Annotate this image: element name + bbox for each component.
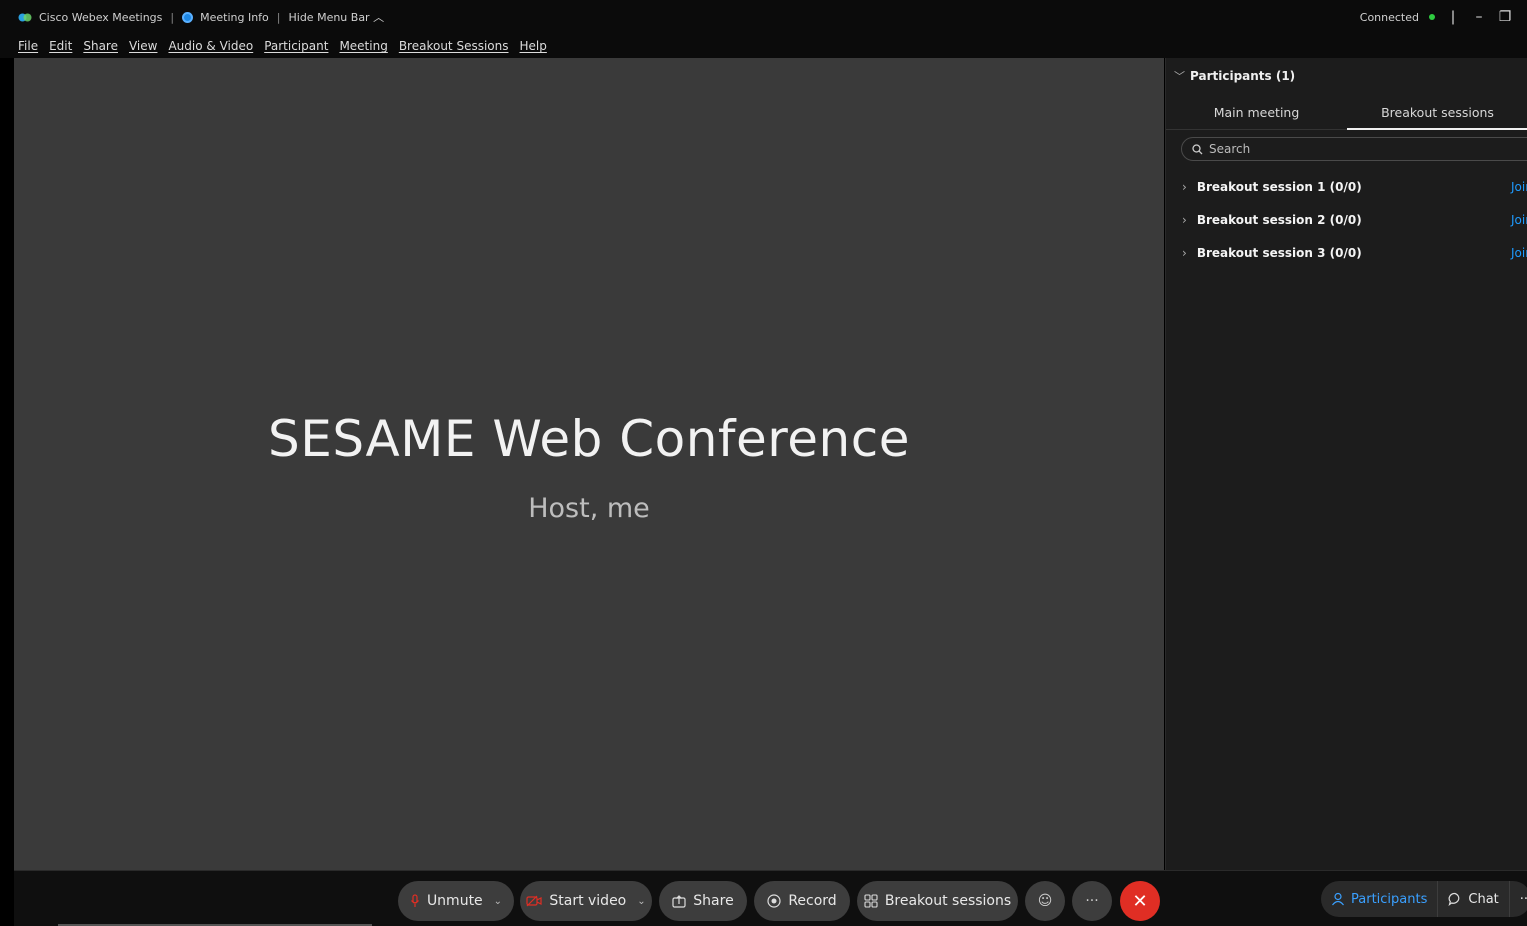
connection-status: Connected bbox=[1359, 10, 1419, 24]
close-icon: ✕ bbox=[1132, 890, 1148, 912]
breakout-sessions-button[interactable]: Breakout sessions bbox=[857, 881, 1018, 921]
menu-participant[interactable]: Participant bbox=[264, 39, 328, 53]
menu-view[interactable]: View bbox=[129, 39, 157, 53]
breakout-session-item[interactable]: › Breakout session 2 (0/0) Join bbox=[1166, 203, 1527, 236]
breakout-grid-icon bbox=[864, 894, 878, 908]
participants-header[interactable]: ﹀ Participants (1) bbox=[1174, 68, 1295, 84]
person-icon bbox=[1332, 892, 1344, 906]
tab-breakout-sessions[interactable]: Breakout sessions bbox=[1347, 94, 1527, 130]
chat-toggle-button[interactable]: Chat bbox=[1438, 881, 1510, 917]
meeting-title: SESAME Web Conference bbox=[268, 410, 910, 468]
app-name: Cisco Webex Meetings bbox=[39, 10, 163, 24]
breakout-session-item[interactable]: › Breakout session 3 (0/0) Join bbox=[1166, 236, 1527, 269]
chevron-right-icon: › bbox=[1182, 245, 1187, 260]
share-button[interactable]: Share bbox=[659, 881, 747, 921]
chevron-right-icon: › bbox=[1182, 179, 1187, 194]
left-edge bbox=[0, 58, 14, 926]
session-name: Breakout session 2 (0/0) bbox=[1196, 212, 1362, 227]
join-session-3-button[interactable]: Join bbox=[1511, 246, 1527, 260]
divider: ❘ bbox=[1447, 9, 1459, 25]
video-off-icon bbox=[526, 895, 542, 907]
participants-toggle-button[interactable]: Participants bbox=[1321, 881, 1439, 917]
unmute-button[interactable]: Unmute ⌄ bbox=[398, 881, 514, 921]
webex-logo-icon bbox=[18, 13, 32, 21]
chevron-down-icon[interactable]: ⌄ bbox=[494, 896, 502, 907]
hide-menu-bar-button[interactable]: Hide Menu Bar ︿ bbox=[289, 9, 385, 25]
record-button[interactable]: Record bbox=[754, 881, 850, 921]
host-name: Host, me bbox=[528, 493, 650, 524]
session-name: Breakout session 3 (0/0) bbox=[1196, 245, 1362, 260]
panel-toggle-group: Participants Chat ··· bbox=[1321, 881, 1527, 917]
minimize-icon[interactable]: – bbox=[1471, 9, 1487, 25]
more-icon: ··· bbox=[1085, 893, 1099, 909]
chevron-up-icon: ︿ bbox=[373, 11, 385, 24]
reactions-button[interactable]: ☺ bbox=[1025, 881, 1065, 921]
session-name: Breakout session 1 (0/0) bbox=[1196, 179, 1362, 194]
breakout-session-list: › Breakout session 1 (0/0) Join › Breako… bbox=[1166, 170, 1527, 269]
panel-tabs: Main meeting Breakout sessions bbox=[1166, 94, 1527, 130]
menu-share[interactable]: Share bbox=[83, 39, 118, 53]
record-icon bbox=[767, 894, 781, 908]
menu-file[interactable]: File bbox=[18, 39, 38, 53]
search-icon bbox=[1192, 143, 1203, 154]
menu-edit[interactable]: Edit bbox=[49, 39, 72, 53]
participants-panel: ﹀ Participants (1) Main meeting Breakout… bbox=[1165, 58, 1527, 870]
emoji-icon: ☺ bbox=[1037, 893, 1053, 909]
join-session-2-button[interactable]: Join bbox=[1511, 213, 1527, 227]
menu-breakout-sessions[interactable]: Breakout Sessions bbox=[399, 39, 509, 53]
chevron-down-icon[interactable]: ⌄ bbox=[637, 896, 645, 907]
more-panels-button[interactable]: ··· bbox=[1510, 881, 1527, 917]
connection-dot-icon bbox=[1429, 14, 1435, 20]
tab-main-meeting[interactable]: Main meeting bbox=[1166, 94, 1347, 129]
search-input[interactable] bbox=[1209, 142, 1509, 156]
title-bar: Cisco Webex Meetings | Meeting Info | Hi… bbox=[0, 0, 1527, 34]
restore-icon[interactable]: ❐ bbox=[1497, 9, 1513, 25]
chevron-down-icon: ﹀ bbox=[1174, 70, 1185, 83]
control-bar: Unmute ⌄ Start video ⌄ Share Record Brea… bbox=[14, 870, 1527, 926]
menu-meeting[interactable]: Meeting bbox=[339, 39, 387, 53]
start-video-button[interactable]: Start video ⌄ bbox=[520, 881, 652, 921]
meeting-info-button[interactable]: Meeting Info bbox=[200, 11, 269, 24]
meeting-stage: SESAME Web Conference Host, me bbox=[14, 58, 1164, 870]
search-box[interactable] bbox=[1181, 137, 1527, 161]
menu-help[interactable]: Help bbox=[520, 39, 547, 53]
muted-mic-icon bbox=[410, 894, 419, 907]
more-options-button[interactable]: ··· bbox=[1072, 881, 1112, 921]
join-session-1-button[interactable]: Join bbox=[1511, 180, 1527, 194]
chat-icon bbox=[1448, 892, 1460, 906]
menu-bar: File Edit Share View Audio & Video Parti… bbox=[0, 34, 1527, 58]
chevron-right-icon: › bbox=[1182, 212, 1187, 227]
more-icon: ··· bbox=[1519, 891, 1527, 907]
meeting-info-icon bbox=[182, 11, 194, 23]
menu-audio-video[interactable]: Audio & Video bbox=[168, 39, 253, 53]
leave-meeting-button[interactable]: ✕ bbox=[1120, 881, 1160, 921]
share-icon bbox=[672, 894, 686, 908]
breakout-session-item[interactable]: › Breakout session 1 (0/0) Join bbox=[1166, 170, 1527, 203]
